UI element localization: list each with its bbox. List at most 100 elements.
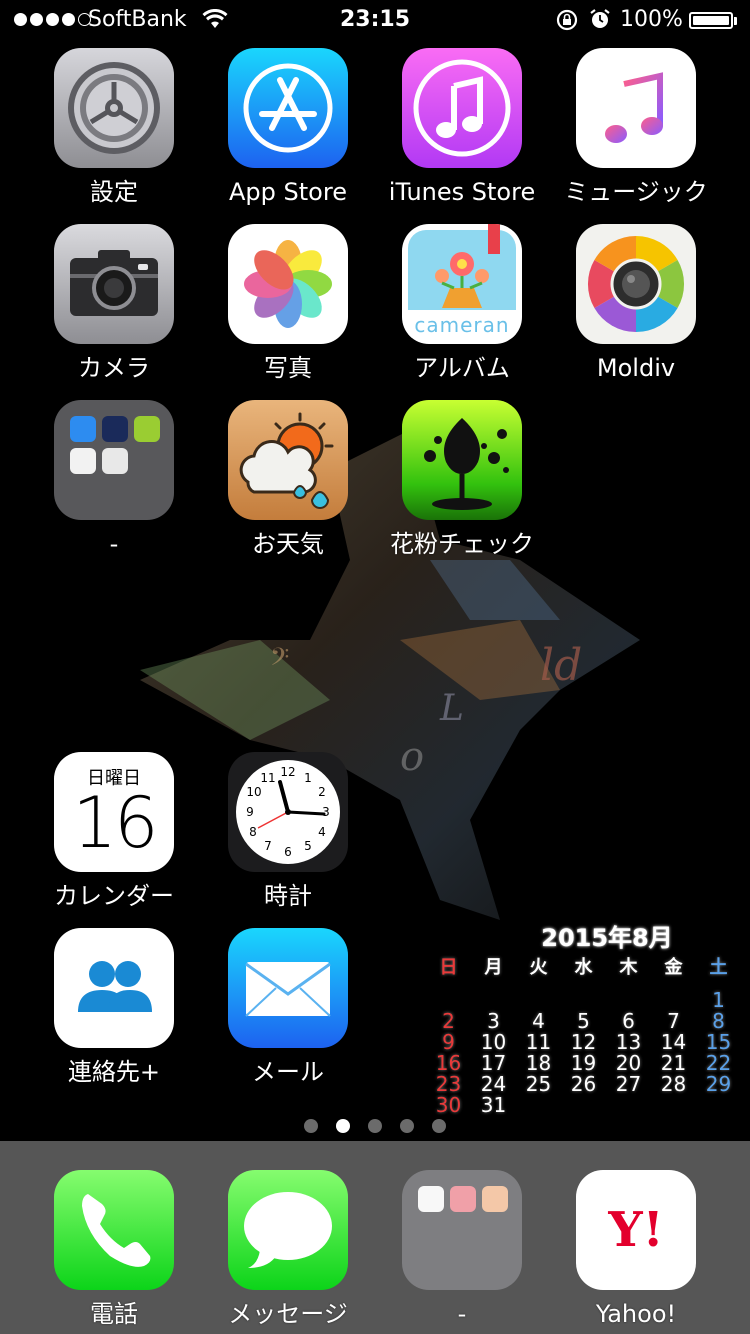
calendar-day: 16 (435, 1051, 462, 1075)
calendar-day: 6 (622, 1009, 635, 1033)
calendar-day: 9 (442, 1030, 455, 1054)
app-music[interactable]: ミュージック (549, 48, 723, 208)
battery-icon (689, 12, 733, 29)
svg-text:4: 4 (318, 825, 326, 839)
calendar-day (696, 1095, 741, 1116)
moldiv-aperture-icon (576, 224, 696, 344)
app-label: メッセージ (228, 1300, 348, 1328)
list-mini-icon (70, 448, 96, 474)
calendar-week: 1 (426, 990, 748, 1011)
calendar-day: 15 (705, 1030, 732, 1054)
app-appstore[interactable]: App Store (201, 48, 375, 208)
app-label: アルバム (414, 354, 510, 382)
app-label: お天気 (252, 530, 324, 558)
svg-text:3: 3 (322, 805, 330, 819)
calendar-day: 30 (435, 1093, 462, 1117)
calendar-day: 5 (577, 1009, 590, 1033)
app-label: - (457, 1300, 467, 1328)
calendar-day: 24 (480, 1072, 507, 1096)
calendar-week: 23 24 25 26 27 28 29 (426, 1074, 748, 1095)
app-album[interactable]: cameran アルバム (375, 224, 549, 384)
app-contacts-plus[interactable]: 連絡先+ (27, 928, 201, 1088)
app-mini-icon (450, 1186, 476, 1212)
calendar-day: 17 (480, 1051, 507, 1075)
svg-text:9: 9 (246, 805, 254, 819)
calendar-day (516, 990, 561, 1011)
calendar-day: 11 (525, 1030, 552, 1054)
calendar-day: 25 (525, 1072, 552, 1096)
mail-envelope-icon (228, 928, 348, 1048)
page-dot[interactable] (400, 1119, 414, 1133)
calendar-day (651, 1095, 696, 1116)
app-label: Yahoo! (595, 1300, 677, 1328)
calendar-day: 29 (705, 1072, 732, 1096)
app-label: Moldiv (596, 354, 676, 382)
app-mail[interactable]: メール (201, 928, 375, 1088)
folder-1[interactable]: - (27, 400, 201, 560)
cameran-album-icon: cameran (402, 224, 522, 344)
dock-app-phone[interactable]: 電話 (27, 1170, 201, 1330)
app-clock[interactable]: 12 1 2 345 678 9 10 11 時計 (201, 752, 375, 912)
svg-text:6: 6 (284, 845, 292, 859)
itunes-note-icon (402, 48, 522, 168)
calendar-day: 8 (712, 1009, 725, 1033)
dock-app-messages[interactable]: メッセージ (201, 1170, 375, 1330)
weekday-label: 土 (709, 957, 728, 978)
calendar-day: 13 (615, 1030, 642, 1054)
calendar-day: 26 (570, 1072, 597, 1096)
calendar-day (606, 990, 651, 1011)
safari-mini-icon (70, 416, 96, 442)
heart-mini-icon (482, 1186, 508, 1212)
calendar-day: 18 (525, 1051, 552, 1075)
app-label: 時計 (264, 882, 312, 910)
page-indicator[interactable] (0, 1119, 750, 1133)
dock-folder-2[interactable]: - (375, 1170, 549, 1330)
svg-text:12: 12 (280, 765, 295, 779)
svg-text:5: 5 (304, 839, 312, 853)
app-calendar[interactable]: 日曜日 16 カレンダー (27, 752, 201, 912)
app-label: ミュージック (564, 178, 708, 206)
app-moldiv[interactable]: Moldiv (549, 224, 723, 384)
weekday-label: 金 (664, 957, 683, 978)
dock-app-yahoo[interactable]: Y! Yahoo! (549, 1170, 723, 1330)
weather-icon (228, 400, 348, 520)
app-kafun[interactable]: 花粉チェック (375, 400, 549, 560)
calendar-day (471, 990, 516, 1011)
qr-mini-icon (134, 416, 160, 442)
app-tenki[interactable]: お天気 (201, 400, 375, 560)
alarm-icon (590, 9, 610, 28)
calendar-week: 30 31 (426, 1095, 748, 1116)
calendar-day: 21 (660, 1051, 687, 1075)
rotation-lock-icon (556, 9, 578, 31)
appstore-icon (228, 48, 348, 168)
calendar-icon: 日曜日 16 (54, 752, 174, 872)
calendar-week: 16 17 18 19 20 21 22 (426, 1053, 748, 1074)
weekday-label: 月 (484, 957, 503, 978)
calendar-week: 2 3 4 5 6 7 8 (426, 1011, 748, 1032)
app-camera[interactable]: カメラ (27, 224, 201, 384)
app-label: iTunes Store (388, 178, 536, 206)
calendar-day: 10 (480, 1030, 507, 1054)
app-settings[interactable]: 設定 (27, 48, 201, 208)
calendar-day: 28 (660, 1072, 687, 1096)
calendar-day: 1 (712, 988, 725, 1012)
phone-icon (54, 1170, 174, 1290)
calendar-day: 23 (435, 1072, 462, 1096)
svg-text:1: 1 (304, 771, 312, 785)
page-dot[interactable] (368, 1119, 382, 1133)
camera-icon (54, 224, 174, 344)
page-dot[interactable] (432, 1119, 446, 1133)
page-dot-current[interactable] (336, 1119, 350, 1133)
weekday-label: 水 (574, 957, 593, 978)
svg-text:10: 10 (246, 785, 261, 799)
app-photos[interactable]: 写真 (201, 224, 375, 384)
calendar-day: 19 (570, 1051, 597, 1075)
app-label: - (109, 530, 119, 558)
page-dot[interactable] (304, 1119, 318, 1133)
weekday-label: 火 (529, 957, 548, 978)
yahoo-logo-icon: Y! (576, 1170, 696, 1290)
wallpaper-calendar-weekdays: 日 月 火 水 木 金 土 (426, 957, 748, 978)
svg-text:o: o (400, 734, 424, 780)
app-itunes-store[interactable]: iTunes Store (375, 48, 549, 208)
svg-text:7: 7 (264, 839, 272, 853)
